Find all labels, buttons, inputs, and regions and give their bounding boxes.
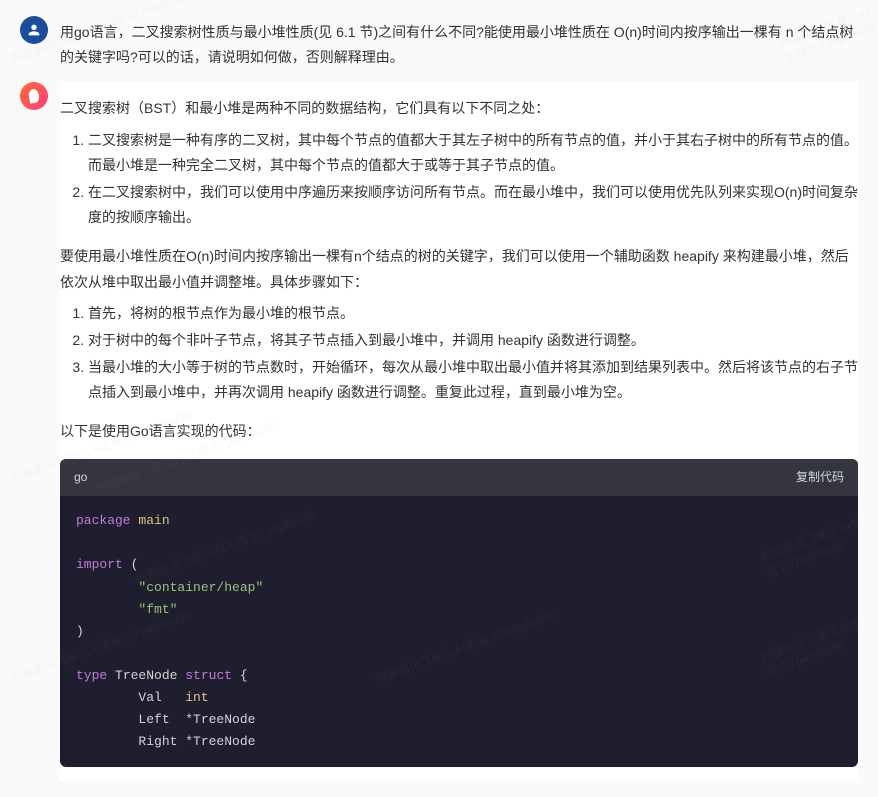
user-message: 用go语言，二叉搜索树性质与最小堆性质(见 6.1 节)之间有什么不同?能使用最… — [0, 10, 878, 76]
person-icon — [26, 22, 42, 38]
code-text: ) — [76, 624, 84, 639]
chat-container: 内容由讯飞星火AI生成 2i7p4plf6u9b 内容由讯飞星火AI生成 2i7… — [0, 0, 878, 797]
code-type: int — [185, 690, 208, 705]
code-text: TreeNode — [107, 668, 185, 683]
list-item: 对于树中的每个非叶子节点，将其子节点插入到最小堆中，并调用 heapify 函数… — [88, 328, 858, 353]
code-text: Left *TreeNode — [76, 712, 255, 727]
copy-code-button[interactable]: 复制代码 — [796, 467, 844, 489]
code-language-label: go — [74, 467, 87, 489]
code-string: "fmt" — [138, 602, 177, 617]
code-keyword: import — [76, 557, 123, 572]
intro-paragraph: 二叉搜索树（BST）和最小堆是两种不同的数据结构，它们具有以下不同之处： — [60, 96, 858, 121]
code-body[interactable]: package main import ( "container/heap" "… — [60, 496, 858, 767]
difference-list: 二叉搜索树是一种有序的二叉树，其中每个节点的值都大于其左子树中的所有节点的值，并… — [60, 128, 858, 231]
code-keyword: package — [76, 513, 131, 528]
code-intro-paragraph: 以下是使用Go语言实现的代码： — [60, 419, 858, 444]
list-item: 当最小堆的大小等于树的节点数时，开始循环，每次从最小堆中取出最小值并将其添加到结… — [88, 355, 858, 405]
ai-message: 二叉搜索树（BST）和最小堆是两种不同的数据结构，它们具有以下不同之处： 二叉搜… — [0, 76, 878, 787]
code-text: ( — [123, 557, 139, 572]
ai-content: 二叉搜索树（BST）和最小堆是两种不同的数据结构，它们具有以下不同之处： 二叉搜… — [60, 82, 858, 781]
list-item: 首先，将树的根节点作为最小堆的根节点。 — [88, 301, 858, 326]
steps-list: 首先，将树的根节点作为最小堆的根节点。 对于树中的每个非叶子节点，将其子节点插入… — [60, 301, 858, 406]
list-item: 在二叉搜索树中，我们可以使用中序遍历来按顺序访问所有节点。而在最小堆中，我们可以… — [88, 180, 858, 230]
code-keyword: type — [76, 668, 107, 683]
user-text: 用go语言，二叉搜索树性质与最小堆性质(见 6.1 节)之间有什么不同?能使用最… — [60, 16, 858, 70]
ai-avatar — [20, 82, 48, 110]
list-item: 二叉搜索树是一种有序的二叉树，其中每个节点的值都大于其左子树中的所有节点的值，并… — [88, 128, 858, 178]
code-header: go 复制代码 — [60, 459, 858, 497]
code-text: { — [232, 668, 248, 683]
code-text: Val — [76, 690, 185, 705]
user-avatar — [20, 16, 48, 44]
code-pkg: main — [131, 513, 170, 528]
method-paragraph: 要使用最小堆性质在O(n)时间内按序输出一棵有n个结点的树的关键字，我们可以使用… — [60, 244, 858, 294]
code-text: Right *TreeNode — [76, 734, 255, 749]
code-block: go 复制代码 package main import ( "container… — [60, 459, 858, 768]
code-keyword: struct — [185, 668, 232, 683]
code-string: "container/heap" — [138, 580, 263, 595]
